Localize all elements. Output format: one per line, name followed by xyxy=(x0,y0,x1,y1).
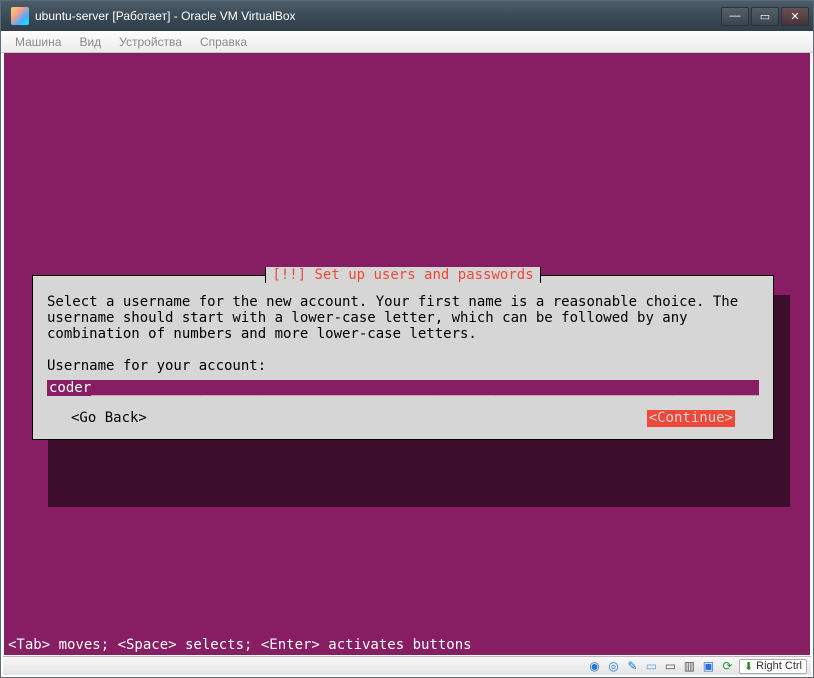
menu-view[interactable]: Вид xyxy=(71,33,109,51)
shared-folder-icon[interactable]: ▭ xyxy=(644,659,659,674)
app-icon xyxy=(11,7,29,25)
usb-icon[interactable]: ✎ xyxy=(625,659,640,674)
maximize-button[interactable]: ▭ xyxy=(751,7,779,26)
mouse-integration-icon[interactable]: ⟳ xyxy=(720,659,735,674)
close-button[interactable]: ✕ xyxy=(781,7,809,26)
network-icon[interactable]: ▥ xyxy=(682,659,697,674)
menu-help[interactable]: Справка xyxy=(192,33,255,51)
hard-disk-icon[interactable]: ◉ xyxy=(587,659,602,674)
username-value: coder xyxy=(49,380,91,396)
menu-machine[interactable]: Машина xyxy=(7,33,69,51)
window-controls: — ▭ ✕ xyxy=(721,7,809,26)
display-icon[interactable]: ▭ xyxy=(663,659,678,674)
hint-bar: <Tab> moves; <Space> selects; <Enter> ac… xyxy=(8,637,472,653)
installer-dialog: [!!] Set up users and passwords Select a… xyxy=(32,275,774,440)
continue-button[interactable]: <Continue> xyxy=(647,410,735,426)
dialog-title: [!!] Set up users and passwords xyxy=(265,267,540,283)
titlebar[interactable]: ubuntu-server [Работает] - Oracle VM Vir… xyxy=(1,1,813,31)
menubar: Машина Вид Устройства Справка xyxy=(1,31,813,53)
minimize-button[interactable]: — xyxy=(721,7,749,26)
dialog-nav: <Go Back> <Continue> xyxy=(47,410,759,426)
arrow-down-icon: ⬇ xyxy=(744,660,753,673)
menu-devices[interactable]: Устройства xyxy=(111,33,190,51)
input-underline: ________________________________________… xyxy=(91,380,759,396)
username-input[interactable]: coder___________________________________… xyxy=(47,380,759,396)
host-key-indicator[interactable]: ⬇ Right Ctrl xyxy=(739,659,807,674)
optical-disk-icon[interactable]: ◎ xyxy=(606,659,621,674)
window-title: ubuntu-server [Работает] - Oracle VM Vir… xyxy=(35,9,721,23)
recording-icon[interactable]: ▣ xyxy=(701,659,716,674)
host-key-label: Right Ctrl xyxy=(756,660,802,672)
go-back-button[interactable]: <Go Back> xyxy=(71,410,147,426)
statusbar: ◉ ◎ ✎ ▭ ▭ ▥ ▣ ⟳ ⬇ Right Ctrl xyxy=(3,656,811,675)
virtualbox-window: ubuntu-server [Работает] - Oracle VM Vir… xyxy=(0,0,814,678)
dialog-body-text: Select a username for the new account. Y… xyxy=(47,294,759,342)
dialog-prompt: Username for your account: xyxy=(47,358,759,374)
vm-display[interactable]: [!!] Set up users and passwords Select a… xyxy=(4,53,810,655)
